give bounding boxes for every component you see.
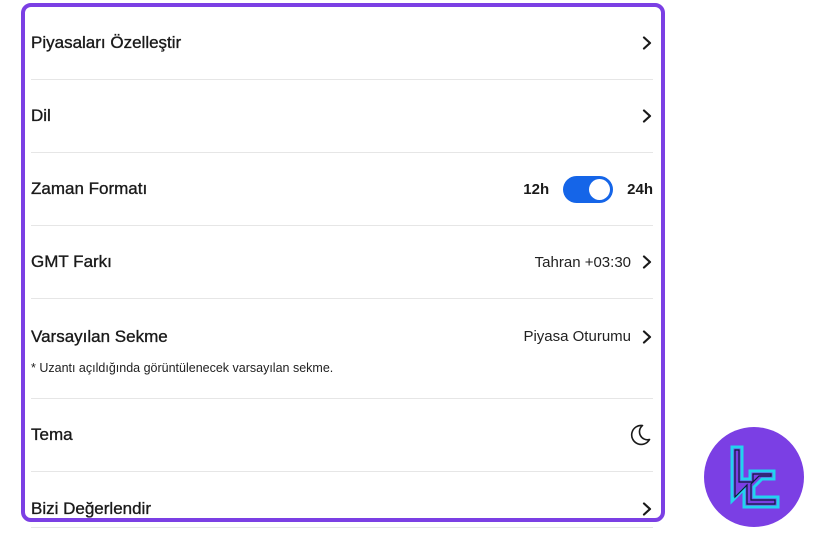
toggle-knob <box>589 178 611 200</box>
setting-label: Dil <box>31 106 51 125</box>
setting-label: GMT Farkı <box>31 252 112 271</box>
brand-logo-icon <box>730 445 780 509</box>
chevron-right-icon <box>642 501 652 516</box>
gmt-offset-value: Tahran +03:30 <box>534 253 631 271</box>
setting-label: Bizi Değerlendir <box>31 498 151 518</box>
setting-gmt-offset[interactable]: GMT Farkı Tahran +03:30 <box>31 226 653 299</box>
setting-label: Piyasaları Özelleştir <box>31 33 182 52</box>
time-format-12h-label: 12h <box>523 180 550 198</box>
settings-panel: Piyasaları Özelleştir Dil Zaman Formatı … <box>21 3 665 522</box>
setting-time-format: Zaman Formatı 12h 24h <box>31 153 653 226</box>
chevron-right-icon <box>642 255 652 269</box>
setting-customize-markets[interactable]: Piyasaları Özelleştir <box>31 7 653 80</box>
chevron-right-icon <box>642 36 652 50</box>
time-format-24h-label: 24h <box>627 180 653 198</box>
brand-logo <box>704 427 804 527</box>
default-tab-value: Piyasa Oturumu <box>523 328 631 345</box>
default-tab-note: * Uzantı açıldığında görüntülenecek vars… <box>31 360 334 375</box>
setting-label: Zaman Formatı <box>31 179 148 198</box>
setting-label: Varsayılan Sekme <box>31 326 168 346</box>
settings-list: Piyasaları Özelleştir Dil Zaman Formatı … <box>31 7 653 518</box>
time-format-toggle[interactable] <box>563 175 614 203</box>
setting-default-tab[interactable]: Varsayılan Sekme Piyasa Oturumu * Uzantı… <box>31 299 653 399</box>
setting-theme[interactable]: Tema <box>31 399 653 472</box>
setting-label: Tema <box>31 425 73 444</box>
setting-rate-us[interactable]: Bizi Değerlendir <box>31 472 653 518</box>
divider <box>31 527 653 528</box>
chevron-right-icon <box>642 109 652 123</box>
setting-language[interactable]: Dil <box>31 80 653 153</box>
moon-icon[interactable] <box>627 422 653 448</box>
chevron-right-icon <box>642 329 652 344</box>
